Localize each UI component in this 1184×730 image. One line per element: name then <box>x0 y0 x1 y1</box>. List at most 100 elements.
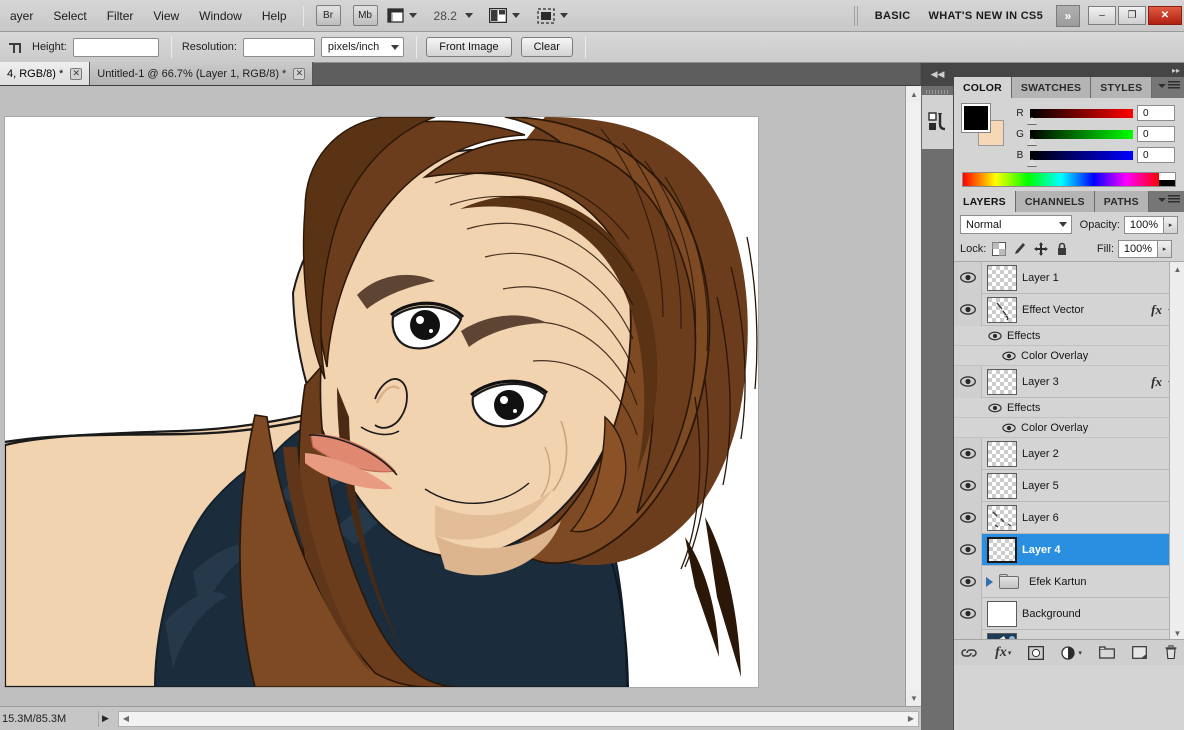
layer-name[interactable]: Layer 2 <box>1022 448 1059 460</box>
channel-b-slider[interactable] <box>1027 150 1133 166</box>
delete-layer-button[interactable] <box>1164 645 1178 660</box>
scroll-up-arrow-icon[interactable]: ▲ <box>906 86 922 102</box>
layer-effect-color-overlay[interactable]: Color Overlay <box>954 346 1184 366</box>
slider-thumb[interactable] <box>1027 137 1037 145</box>
menu-window[interactable]: Window <box>189 6 252 26</box>
layer-visibility-toggle[interactable] <box>954 565 982 598</box>
close-icon[interactable]: ✕ <box>293 67 306 80</box>
color-spectrum-ramp[interactable] <box>962 172 1176 187</box>
layer-thumbnail-cell[interactable] <box>982 504 1022 531</box>
window-minimize-button[interactable]: – <box>1088 6 1116 25</box>
layer-effects-fx-icon[interactable]: fx <box>1151 374 1162 390</box>
eye-icon[interactable] <box>1002 423 1016 433</box>
layer-name[interactable]: Layer 5 <box>1022 480 1059 492</box>
layer-row-layer-5[interactable]: Layer 5 <box>954 469 1184 502</box>
height-input[interactable] <box>72 37 159 57</box>
layer-group-name[interactable]: Efek Kartun <box>1029 576 1086 588</box>
layer-row-layer-3[interactable]: Layer 3 fx <box>954 365 1184 398</box>
expand-group-triangle-icon[interactable] <box>986 576 993 587</box>
layer-row-background-photo[interactable]: Background <box>954 629 1184 639</box>
layer-thumbnail-cell[interactable] <box>982 600 1022 627</box>
layer-visibility-toggle[interactable] <box>954 437 982 470</box>
layer-name[interactable]: Layer 3 <box>1022 376 1059 388</box>
channel-r-value[interactable]: 0 <box>1137 105 1175 121</box>
layer-list[interactable]: Layer 1 Effect Vector fx Effects Color O… <box>954 261 1184 639</box>
fill-stepper[interactable]: ▸ <box>1158 240 1172 258</box>
layer-name[interactable]: Background <box>1022 608 1081 620</box>
layer-row-layer-1[interactable]: Layer 1 <box>954 262 1184 294</box>
mini-bridge-button[interactable]: Mb <box>352 5 378 26</box>
menu-help[interactable]: Help <box>252 6 297 26</box>
lock-all-icon[interactable] <box>1055 242 1069 256</box>
resolution-unit-select[interactable]: pixels/inch <box>320 37 405 57</box>
lock-transparent-pixels-icon[interactable] <box>992 242 1007 256</box>
panel-collapse-bar[interactable]: ▸▸ <box>954 63 1184 77</box>
opacity-stepper[interactable]: ▸ <box>1164 215 1178 234</box>
layer-thumbnail-cell[interactable] <box>982 536 1022 563</box>
adjustment-layer-button[interactable]: ▾ <box>1061 645 1082 660</box>
layer-thumbnail-cell[interactable] <box>982 264 1022 291</box>
menu-view[interactable]: View <box>143 6 189 26</box>
resolution-input[interactable] <box>242 37 315 57</box>
foreground-color-swatch[interactable] <box>961 103 991 133</box>
layer-row-efek-kartun-group[interactable]: Efek Kartun <box>954 565 1184 598</box>
dock-collapse-button[interactable]: ◀◀ <box>921 63 954 86</box>
channel-g-slider[interactable] <box>1027 129 1133 145</box>
dock-grip[interactable] <box>926 90 948 94</box>
canvas-area[interactable] <box>0 86 905 706</box>
menu-filter[interactable]: Filter <box>97 6 144 26</box>
tab-styles[interactable]: STYLES <box>1091 77 1153 98</box>
crop-tool-icon[interactable] <box>8 40 22 54</box>
document-canvas[interactable] <box>5 117 758 687</box>
layer-thumbnail-cell[interactable] <box>982 472 1022 499</box>
layer-style-button[interactable]: fx ▾ <box>995 645 1011 661</box>
spectrum-white-black[interactable] <box>1159 173 1175 186</box>
slider-thumb[interactable] <box>1027 116 1037 124</box>
layer-effects-group[interactable]: Effects <box>954 398 1184 418</box>
close-icon[interactable]: ✕ <box>70 67 83 80</box>
layer-row-layer-2[interactable]: Layer 2 <box>954 437 1184 470</box>
canvas-horizontal-scrollbar[interactable]: ◀ ▶ <box>118 710 919 727</box>
add-layer-mask-button[interactable] <box>1028 645 1045 660</box>
layer-thumbnail-cell[interactable] <box>982 632 1022 639</box>
scroll-down-arrow-icon[interactable]: ▼ <box>906 690 922 706</box>
layer-visibility-toggle[interactable] <box>954 293 982 326</box>
layers-scrollbar[interactable]: ▲ ▼ <box>1169 262 1184 639</box>
channel-r-slider[interactable] <box>1027 108 1133 124</box>
layer-row-layer-6[interactable]: Layer 6 <box>954 501 1184 534</box>
tab-paths[interactable]: PATHS <box>1094 191 1149 212</box>
layer-name[interactable]: Layer 1 <box>1022 272 1059 284</box>
arrange-documents-button[interactable] <box>488 8 520 23</box>
eye-icon[interactable] <box>988 403 1002 413</box>
spectrum-gradient[interactable] <box>963 173 1159 186</box>
bridge-button[interactable]: Br <box>315 5 341 26</box>
scroll-down-arrow-icon[interactable]: ▼ <box>1170 626 1184 639</box>
tab-color[interactable]: COLOR <box>954 77 1012 98</box>
new-group-button[interactable] <box>1098 646 1115 659</box>
workspace-whats-new-cs5[interactable]: WHAT'S NEW IN CS5 <box>920 6 1052 26</box>
fill-value[interactable]: 100% <box>1118 240 1158 258</box>
clear-button[interactable]: Clear <box>520 37 573 57</box>
workspace-basic[interactable]: BASIC <box>866 6 920 26</box>
layer-thumbnail-cell[interactable] <box>982 368 1022 395</box>
canvas-vertical-scrollbar[interactable]: ▲ ▼ <box>905 86 922 706</box>
layer-effects-group[interactable]: Effects <box>954 326 1184 346</box>
layer-effects-fx-icon[interactable]: fx <box>1151 302 1162 318</box>
layer-visibility-toggle[interactable] <box>954 501 982 534</box>
layer-thumbnail-cell[interactable] <box>982 296 1022 323</box>
tab-layers[interactable]: LAYERS <box>954 191 1016 212</box>
zoom-level-value[interactable]: 28.2 <box>434 9 457 23</box>
layer-name[interactable]: Layer 6 <box>1022 512 1059 524</box>
layer-visibility-toggle[interactable] <box>954 469 982 502</box>
blend-mode-select[interactable]: Normal <box>960 215 1072 234</box>
layer-visibility-toggle[interactable] <box>954 533 982 566</box>
lock-position-move-icon[interactable] <box>1034 242 1049 256</box>
layer-name[interactable]: Layer 4 <box>1022 544 1061 556</box>
layer-effect-color-overlay[interactable]: Color Overlay <box>954 418 1184 438</box>
layer-name[interactable]: Effect Vector <box>1022 304 1084 316</box>
opacity-value[interactable]: 100% <box>1124 215 1164 234</box>
view-extras-button[interactable] <box>386 8 417 23</box>
tab-swatches[interactable]: SWATCHES <box>1011 77 1092 98</box>
history-actions-panel-icon[interactable] <box>922 95 953 149</box>
channel-g-value[interactable]: 0 <box>1137 126 1175 142</box>
